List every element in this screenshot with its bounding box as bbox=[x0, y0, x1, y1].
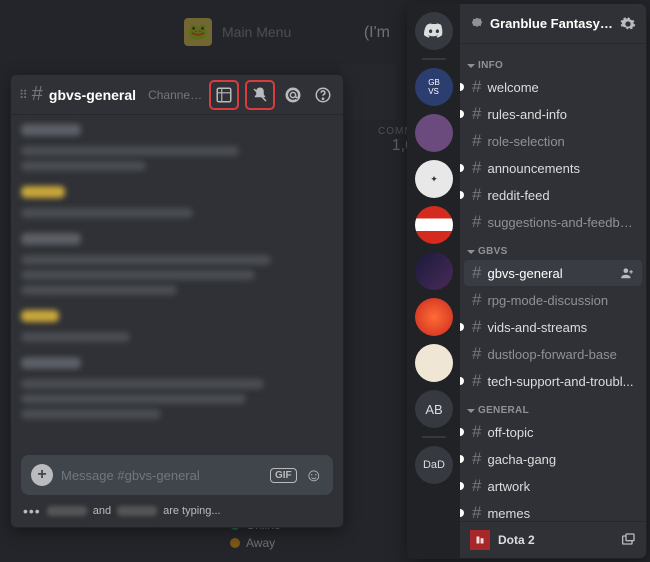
help-button[interactable] bbox=[311, 83, 335, 107]
channel-item[interactable]: #gbvs-general bbox=[464, 260, 642, 286]
server-icon[interactable]: AB bbox=[415, 390, 453, 428]
game-name: Dota 2 bbox=[498, 533, 612, 547]
hash-icon: # bbox=[472, 290, 481, 310]
channel-item[interactable]: #role-selection bbox=[464, 128, 642, 154]
channel-topic[interactable]: Channel t... bbox=[148, 88, 204, 102]
hash-icon: # bbox=[472, 77, 481, 97]
category-header[interactable]: general bbox=[460, 395, 646, 418]
channel-item[interactable]: #suggestions-and-feedback bbox=[464, 209, 642, 235]
channel-item[interactable]: #rpg-mode-discussion bbox=[464, 287, 642, 313]
channel-scroll[interactable]: info#welcome#rules-and-info#role-selecti… bbox=[460, 44, 646, 521]
server-icon[interactable] bbox=[415, 344, 453, 382]
channel-item[interactable]: #artwork bbox=[464, 473, 642, 499]
server-icon[interactable] bbox=[415, 206, 453, 244]
attach-button[interactable]: + bbox=[31, 464, 53, 486]
channel-name: gbvs-general bbox=[49, 87, 136, 103]
emoji-button[interactable]: ☺ bbox=[305, 465, 323, 486]
notifications-button[interactable] bbox=[248, 83, 272, 107]
message-list[interactable] bbox=[11, 115, 343, 455]
channel-item[interactable]: #welcome bbox=[464, 74, 642, 100]
channel-item[interactable]: #announcements bbox=[464, 155, 642, 181]
channel-item[interactable]: #reddit-feed bbox=[464, 182, 642, 208]
hash-icon: # bbox=[472, 476, 481, 496]
channel-list-pane: Granblue Fantasy: Ve... info#welcome#rul… bbox=[460, 4, 646, 558]
hash-icon: # bbox=[472, 503, 481, 521]
category-header[interactable]: gbvs bbox=[460, 236, 646, 259]
hash-icon: # bbox=[32, 83, 43, 106]
typing-and: and bbox=[93, 505, 111, 517]
server-name: Granblue Fantasy: Ve... bbox=[490, 16, 614, 31]
server-icon[interactable]: DaD bbox=[415, 446, 453, 484]
verified-icon bbox=[470, 17, 484, 31]
drag-handle-icon[interactable]: ⠿ bbox=[19, 88, 26, 102]
hash-icon: # bbox=[472, 263, 481, 283]
message-input[interactable]: + Message #gbvs-general GIF ☺ bbox=[21, 455, 333, 495]
server-icon[interactable]: GBVS bbox=[415, 68, 453, 106]
game-icon bbox=[470, 530, 490, 550]
hash-icon: # bbox=[472, 317, 481, 337]
settings-icon[interactable] bbox=[620, 16, 636, 32]
typing-dots-icon: ••• bbox=[23, 503, 41, 519]
channel-item[interactable]: #vids-and-streams bbox=[464, 314, 642, 340]
server-icon[interactable] bbox=[415, 114, 453, 152]
channel-item[interactable]: #rules-and-info bbox=[464, 101, 642, 127]
now-playing-bar[interactable]: Dota 2 bbox=[460, 521, 646, 558]
hash-icon: # bbox=[472, 344, 481, 364]
threads-button[interactable] bbox=[212, 83, 236, 107]
popout-icon[interactable] bbox=[620, 532, 636, 548]
server-icon[interactable]: ✦ bbox=[415, 160, 453, 198]
channel-header: ⠿ # gbvs-general Channel t... bbox=[11, 75, 343, 115]
hash-icon: # bbox=[472, 158, 481, 178]
server-icon[interactable] bbox=[415, 252, 453, 290]
hash-icon: # bbox=[472, 104, 481, 124]
channel-item[interactable]: #memes bbox=[464, 500, 642, 521]
gif-button[interactable]: GIF bbox=[270, 468, 297, 483]
hash-icon: # bbox=[472, 212, 481, 232]
hash-icon: # bbox=[472, 185, 481, 205]
typing-indicator: ••• and are typing... bbox=[11, 499, 343, 527]
home-button[interactable] bbox=[415, 12, 453, 50]
category-header[interactable]: info bbox=[460, 50, 646, 73]
hash-icon: # bbox=[472, 422, 481, 442]
server-quickswitch-panel: GBVS ✦ AB DaD Granblue Fantasy: Ve... in… bbox=[408, 4, 646, 558]
channel-item[interactable]: #dustloop-forward-base bbox=[464, 341, 642, 367]
mentions-button[interactable] bbox=[281, 83, 305, 107]
channel-popout-window: ⠿ # gbvs-general Channel t... bbox=[10, 74, 344, 528]
hash-icon: # bbox=[472, 131, 481, 151]
channel-item[interactable]: #gacha-gang bbox=[464, 446, 642, 472]
channel-item[interactable]: #off-topic bbox=[464, 419, 642, 445]
input-placeholder: Message #gbvs-general bbox=[61, 468, 262, 483]
channel-item[interactable]: #tech-support-and-troubl... bbox=[464, 368, 642, 394]
server-icon[interactable] bbox=[415, 298, 453, 336]
server-header[interactable]: Granblue Fantasy: Ve... bbox=[460, 4, 646, 44]
typing-suffix: are typing... bbox=[163, 505, 220, 517]
server-rail: GBVS ✦ AB DaD bbox=[408, 4, 460, 558]
hash-icon: # bbox=[472, 371, 481, 391]
hash-icon: # bbox=[472, 449, 481, 469]
